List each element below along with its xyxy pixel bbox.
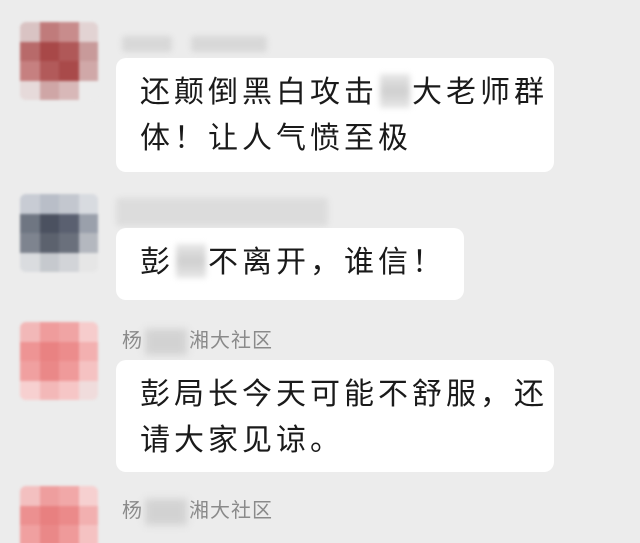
sender-name-redacted [122,35,172,52]
redacted-text [380,74,410,108]
sender-name-redacted [116,198,328,226]
sender-name: 杨湘大社区 [122,494,273,525]
sender-name-redacted [145,498,187,525]
sender-name [122,30,268,54]
message-line: 体！让人气愤至极 [140,121,412,156]
sender-name [116,198,328,226]
avatar[interactable] [20,22,98,100]
message-bubble[interactable]: 还颠倒黑白攻击 大老师群 体！让人气愤至极 [116,58,554,172]
message-bubble[interactable]: 彭局长今天可能不舒服，还 请大家见谅。 [116,360,554,472]
message-line: 彭局长今天可能不舒服，还 [140,377,548,412]
message-line: 彭不离开，谁信！ [140,244,446,280]
message-line: 请大家见谅。 [140,423,344,458]
message-bubble[interactable]: 彭不离开，谁信！ [116,228,464,300]
avatar[interactable] [20,486,98,543]
sender-name-redacted [191,35,268,52]
message-item: 彭不离开，谁信！ [0,180,640,310]
redacted-text [176,244,206,278]
message-line: 还颠倒黑白攻击 大老师群 [140,74,548,110]
sender-name: 杨湘大社区 [122,324,273,355]
message-item: 还颠倒黑白攻击 大老师群 体！让人气愤至极 [0,0,640,180]
sender-name-redacted [145,328,187,355]
chat-window: 还颠倒黑白攻击 大老师群 体！让人气愤至极 彭不离开，谁信！ 杨湘大社区 彭局长… [0,0,640,543]
message-item: 杨湘大社区 [0,480,640,543]
avatar[interactable] [20,194,98,272]
message-item: 杨湘大社区 彭局长今天可能不舒服，还 请大家见谅。 [0,310,640,480]
avatar[interactable] [20,322,98,400]
